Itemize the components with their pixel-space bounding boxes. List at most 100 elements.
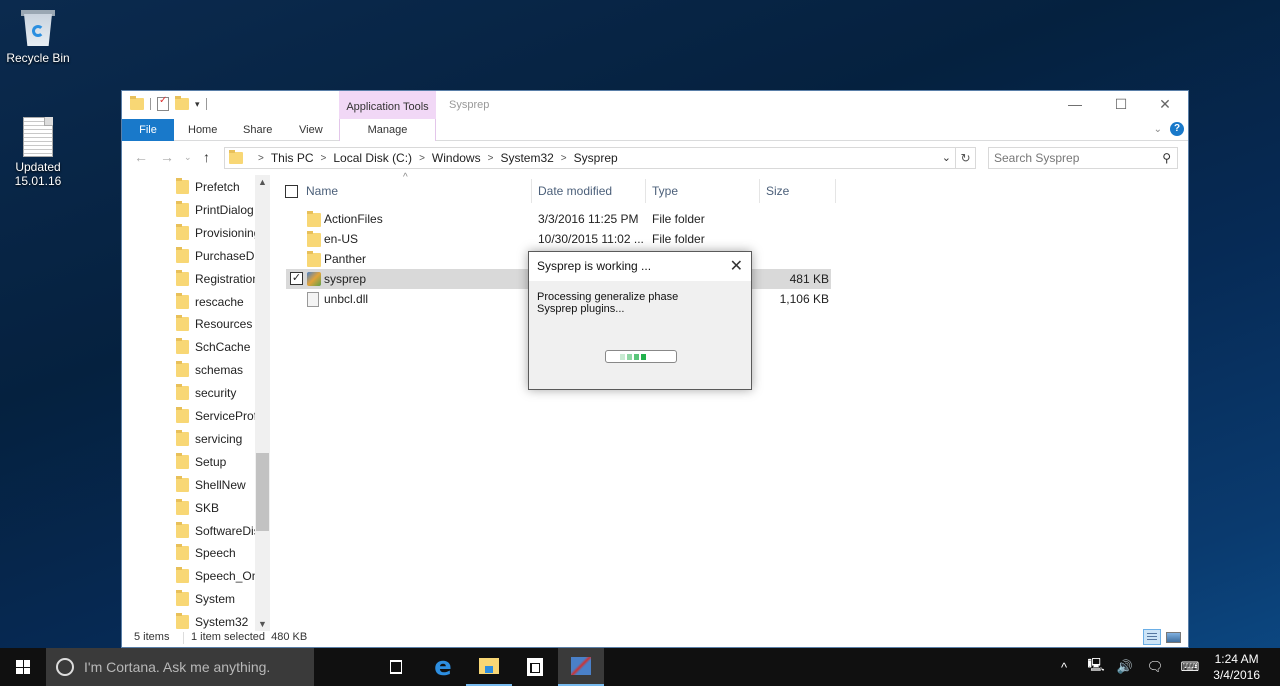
nav-item[interactable]: Speech_OneCore	[176, 565, 256, 587]
file-explorer-button[interactable]	[466, 648, 512, 686]
tab-share[interactable]: Share	[230, 119, 285, 141]
file-row[interactable]: en-US 10/30/2015 11:02 ... File folder	[286, 229, 831, 249]
scrollbar-thumb[interactable]	[256, 453, 269, 531]
nav-item[interactable]: SchCache	[176, 336, 256, 358]
nav-item[interactable]: System32	[176, 611, 256, 631]
nav-item[interactable]: Setup	[176, 451, 256, 473]
refresh-icon[interactable]: ↻	[956, 147, 976, 169]
nav-item[interactable]: SoftwareDistribution	[176, 520, 256, 542]
select-all-checkbox[interactable]	[285, 185, 298, 198]
customize-toolbar-icon[interactable]: ▾	[195, 99, 200, 110]
desktop-icon-updated[interactable]: Updated 15.01.16	[0, 117, 76, 188]
show-hidden-icons-button[interactable]: ^	[1052, 648, 1076, 686]
nav-item[interactable]: SKB	[176, 497, 256, 519]
nav-item[interactable]: servicing	[176, 428, 256, 450]
column-header-date-modified[interactable]: Date modified	[538, 179, 612, 203]
column-divider[interactable]	[835, 179, 836, 203]
folder-icon[interactable]	[130, 96, 144, 110]
address-bar[interactable]: > This PC > Local Disk (C:) > Windows > …	[224, 147, 956, 169]
sort-ascending-icon: ^	[403, 172, 408, 183]
help-icon[interactable]: ?	[1170, 122, 1184, 136]
nav-item[interactable]: Speech	[176, 542, 256, 564]
status-bar: 5 items 1 item selected 480 KB	[122, 629, 1188, 647]
cortana-search-box[interactable]: I'm Cortana. Ask me anything.	[46, 648, 314, 686]
volume-icon[interactable]: 🔊	[1112, 648, 1138, 686]
nav-item[interactable]: Resources	[176, 313, 256, 335]
minimize-button[interactable]: —	[1052, 91, 1098, 119]
clock[interactable]: 1:24 AM 3/4/2016	[1213, 651, 1260, 683]
sysprep-taskbar-button[interactable]	[558, 648, 604, 686]
scroll-down-icon[interactable]: ▼	[255, 619, 270, 629]
window-title: Sysprep	[449, 99, 490, 111]
breadcrumb-separator[interactable]: >	[488, 153, 494, 164]
tab-view[interactable]: View	[286, 119, 336, 141]
file-row[interactable]: ActionFiles 3/3/2016 11:25 PM File folder	[286, 209, 831, 229]
breadcrumb-sysprep[interactable]: Sysprep	[574, 151, 618, 165]
file-date-modified: 3/3/2016 11:25 PM	[538, 212, 639, 226]
details-view-button[interactable]	[1143, 629, 1161, 645]
tab-home[interactable]: Home	[175, 119, 230, 141]
breadcrumb-separator[interactable]: >	[321, 153, 327, 164]
edge-button[interactable]: e	[420, 648, 466, 686]
nav-item[interactable]: schemas	[176, 359, 256, 381]
progress-block	[620, 354, 625, 360]
nav-item[interactable]: PurchaseDialog	[176, 245, 256, 267]
up-arrow-icon[interactable]: ↑	[203, 149, 210, 165]
nav-item[interactable]: System	[176, 588, 256, 610]
column-divider[interactable]	[759, 179, 760, 203]
dialog-title-bar[interactable]: Sysprep is working ... ✕	[529, 252, 751, 281]
file-list: ^ Name Date modified Type Size ActionFil…	[276, 172, 1188, 631]
close-button[interactable]: ✕	[1142, 91, 1188, 119]
nav-item[interactable]: security	[176, 382, 256, 404]
desktop-icon-label-2: 15.01.16	[14, 174, 62, 188]
column-header-type[interactable]: Type	[652, 179, 678, 203]
breadcrumb-windows[interactable]: Windows	[432, 151, 481, 165]
forward-arrow-icon[interactable]: →	[160, 149, 174, 165]
column-divider[interactable]	[645, 179, 646, 203]
breadcrumb-separator[interactable]: >	[561, 153, 567, 164]
column-divider[interactable]	[531, 179, 532, 203]
column-header-name[interactable]: Name	[306, 179, 338, 203]
progress-block	[627, 354, 632, 360]
search-input[interactable]: Search Sysprep ⚲	[988, 147, 1178, 169]
maximize-button[interactable]: ☐	[1098, 91, 1144, 119]
folder-icon	[176, 269, 189, 286]
tab-manage[interactable]: Manage	[339, 119, 436, 141]
breadcrumb-system32[interactable]: System32	[500, 151, 553, 165]
breadcrumb-this-pc[interactable]: This PC	[271, 151, 314, 165]
large-icons-view-button[interactable]	[1164, 629, 1182, 645]
tab-file[interactable]: File	[122, 119, 174, 141]
row-checkbox[interactable]: ✓	[290, 272, 303, 285]
network-icon[interactable]: 🖳	[1083, 648, 1109, 686]
new-folder-icon[interactable]	[175, 96, 189, 110]
sysprep-progress-dialog: Sysprep is working ... ✕ Processing gene…	[528, 251, 752, 390]
task-view-button[interactable]	[373, 648, 419, 686]
nav-item[interactable]: ServiceProfiles	[176, 405, 256, 427]
taskbar: I'm Cortana. Ask me anything. e ^ 🖳 🔊 🗨 …	[0, 648, 1280, 686]
column-header-size[interactable]: Size	[766, 179, 789, 203]
title-bar[interactable]: ▾ Application Tools Sysprep — ☐ ✕	[122, 91, 1188, 119]
expand-ribbon-icon[interactable]: ⌄	[1154, 124, 1162, 135]
nav-item[interactable]: rescache	[176, 291, 256, 313]
nav-item[interactable]: Provisioning	[176, 222, 256, 244]
store-button[interactable]	[512, 648, 558, 686]
nav-item[interactable]: Prefetch	[176, 176, 256, 198]
navigation-pane-scrollbar[interactable]: ▲ ▼	[255, 175, 270, 631]
file-type: File folder	[652, 212, 705, 226]
nav-item[interactable]: ShellNew	[176, 474, 256, 496]
nav-item[interactable]: PrintDialog	[176, 199, 256, 221]
desktop-icon-recycle-bin[interactable]: Recycle Bin	[0, 8, 76, 65]
dialog-close-button[interactable]: ✕	[730, 252, 743, 281]
start-button[interactable]	[0, 648, 46, 686]
file-date-modified: 10/30/2015 11:02 ...	[538, 232, 644, 246]
breadcrumb-separator[interactable]: >	[419, 153, 425, 164]
touch-keyboard-icon[interactable]: ⌨	[1174, 648, 1206, 686]
recent-locations-icon[interactable]: ⌄	[184, 152, 192, 163]
action-center-icon[interactable]: 🗨	[1142, 648, 1168, 686]
address-dropdown-icon[interactable]: ⌄	[942, 151, 951, 164]
properties-icon[interactable]	[157, 95, 169, 111]
nav-item[interactable]: Registration	[176, 268, 256, 290]
back-arrow-icon[interactable]: ←	[134, 149, 148, 165]
breadcrumb-local-disk[interactable]: Local Disk (C:)	[333, 151, 412, 165]
scroll-up-icon[interactable]: ▲	[255, 177, 270, 187]
